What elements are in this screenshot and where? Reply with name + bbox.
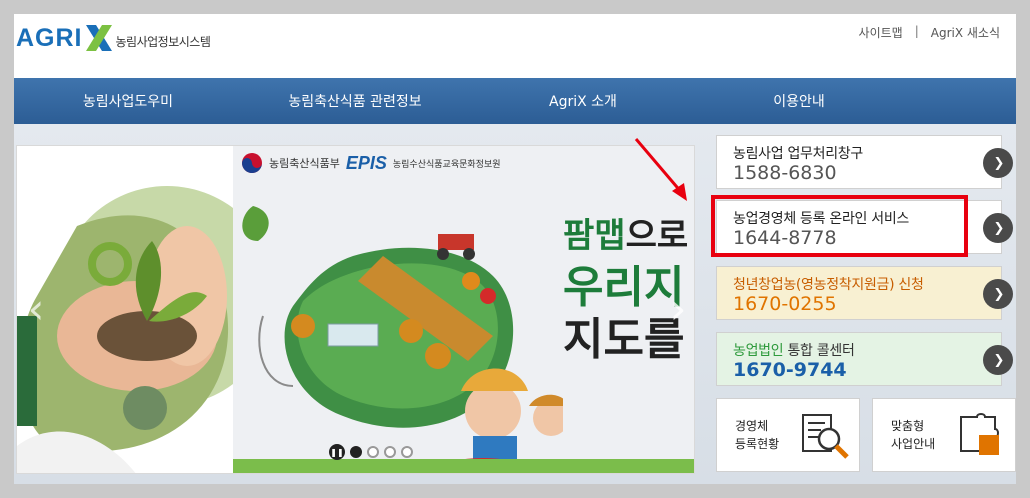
slide-pager: ❚❚ xyxy=(329,444,413,460)
chevron-right-icon[interactable]: ❯ xyxy=(983,345,1013,375)
tile-label: 경영체 등록현황 xyxy=(735,419,780,451)
ground-strip xyxy=(233,459,694,473)
service-title: 농림사업 업무처리창구 xyxy=(733,146,863,162)
main-banner[interactable]: ‹ 농림축산식품부 EPIS 농림수산식품교육문화정보원 팜맵으로 우리지 지도… xyxy=(16,145,695,474)
slide-org-logos: 농림축산식품부 EPIS 농림수산식품교육문화정보원 xyxy=(241,152,501,174)
service-young-farmer[interactable]: 청년창업농(영농정착지원금) 신청 1670-0255 ❯ xyxy=(716,266,1013,320)
agrix-logo[interactable]: AGRI 농림사업정보시스템 xyxy=(16,18,211,58)
logo-word: AGRI xyxy=(16,23,83,52)
org-epis: 농림수산식품교육문화정보원 xyxy=(392,159,501,170)
highlight-box xyxy=(711,195,968,257)
red-arrow-annotation xyxy=(634,138,687,201)
tile-label: 맞춤형 사업안내 xyxy=(891,419,936,451)
pause-button[interactable]: ❚❚ xyxy=(329,444,345,460)
farm-map-illustration xyxy=(242,206,563,473)
headline-farmmap: 팜맵 xyxy=(563,216,626,256)
pager-dot-1[interactable] xyxy=(350,446,362,458)
nav-item-business-helper[interactable]: 농림사업도우미 xyxy=(14,78,242,124)
logo-x-icon xyxy=(85,25,112,51)
prev-slide-button[interactable]: ‹ xyxy=(21,284,51,333)
pager-dot-4[interactable] xyxy=(401,446,413,458)
chevron-right-icon[interactable]: ❯ xyxy=(983,148,1013,178)
next-slide-button[interactable]: › xyxy=(663,284,693,333)
service-phone: 1670-9744 xyxy=(733,359,847,381)
tile-registration-status[interactable]: 경영체 등록현황 xyxy=(716,398,860,472)
service-title: 농업법인 통합 콜센터 xyxy=(733,340,855,360)
service-phone: 1588-6830 xyxy=(733,162,837,184)
service-business-window[interactable]: 농림사업 업무처리창구 1588-6830 ❯ xyxy=(716,135,1013,189)
service-title: 청년창업농(영농정착지원금) 신청 xyxy=(733,277,924,293)
utility-links: 사이트맵 | AgriX 새소식 xyxy=(859,24,1000,41)
headline-euro: 으로 xyxy=(625,216,689,256)
magnifier-document-icon xyxy=(802,414,849,459)
chevron-right-icon[interactable]: ❯ xyxy=(983,279,1013,309)
service-phone: 1670-0255 xyxy=(733,293,837,315)
util-separator: | xyxy=(914,24,919,38)
news-link[interactable]: AgriX 새소식 xyxy=(931,24,1000,41)
org-ministry: 농림축산식품부 xyxy=(269,157,340,170)
farmmap-slide[interactable]: 농림축산식품부 EPIS 농림수산식품교육문화정보원 팜맵으로 우리지 지도를 … xyxy=(233,146,694,473)
service-corp-callcenter[interactable]: 농업법인 통합 콜센터 1670-9744 ❯ xyxy=(716,332,1013,386)
service-title-rest: 통합 콜센터 xyxy=(783,343,855,359)
logo-subtitle: 농림사업정보시스템 xyxy=(115,34,211,49)
taegeuk-icon xyxy=(242,153,262,173)
pager-dot-3[interactable] xyxy=(384,446,396,458)
main-nav: 농림사업도우미 농림축산식품 관련정보 AgriX 소개 이용안내 xyxy=(14,78,1016,124)
nav-item-agrix-intro[interactable]: AgriX 소개 xyxy=(468,78,698,124)
page: AGRI 농림사업정보시스템 사이트맵 | AgriX 새소식 농림사업도우미 … xyxy=(14,14,1016,484)
nav-item-food-info[interactable]: 농림축산식품 관련정보 xyxy=(242,78,468,124)
sitemap-link[interactable]: 사이트맵 xyxy=(859,24,903,41)
content-area: ‹ 농림축산식품부 EPIS 농림수산식품교육문화정보원 팜맵으로 우리지 지도… xyxy=(14,124,1016,484)
epis-logo: EPIS xyxy=(345,152,387,173)
puzzle-icon xyxy=(960,413,999,455)
tile-custom-business[interactable]: 맞춤형 사업안내 xyxy=(872,398,1016,472)
nav-item-usage-guide[interactable]: 이용안내 xyxy=(698,78,900,124)
service-title-corp: 농업법인 xyxy=(733,343,784,359)
chevron-right-icon[interactable]: ❯ xyxy=(983,213,1013,243)
pager-dot-2[interactable] xyxy=(367,446,379,458)
hands-plant-photo: ‹ xyxy=(17,146,233,473)
header: AGRI 농림사업정보시스템 사이트맵 | AgriX 새소식 xyxy=(14,14,1016,78)
